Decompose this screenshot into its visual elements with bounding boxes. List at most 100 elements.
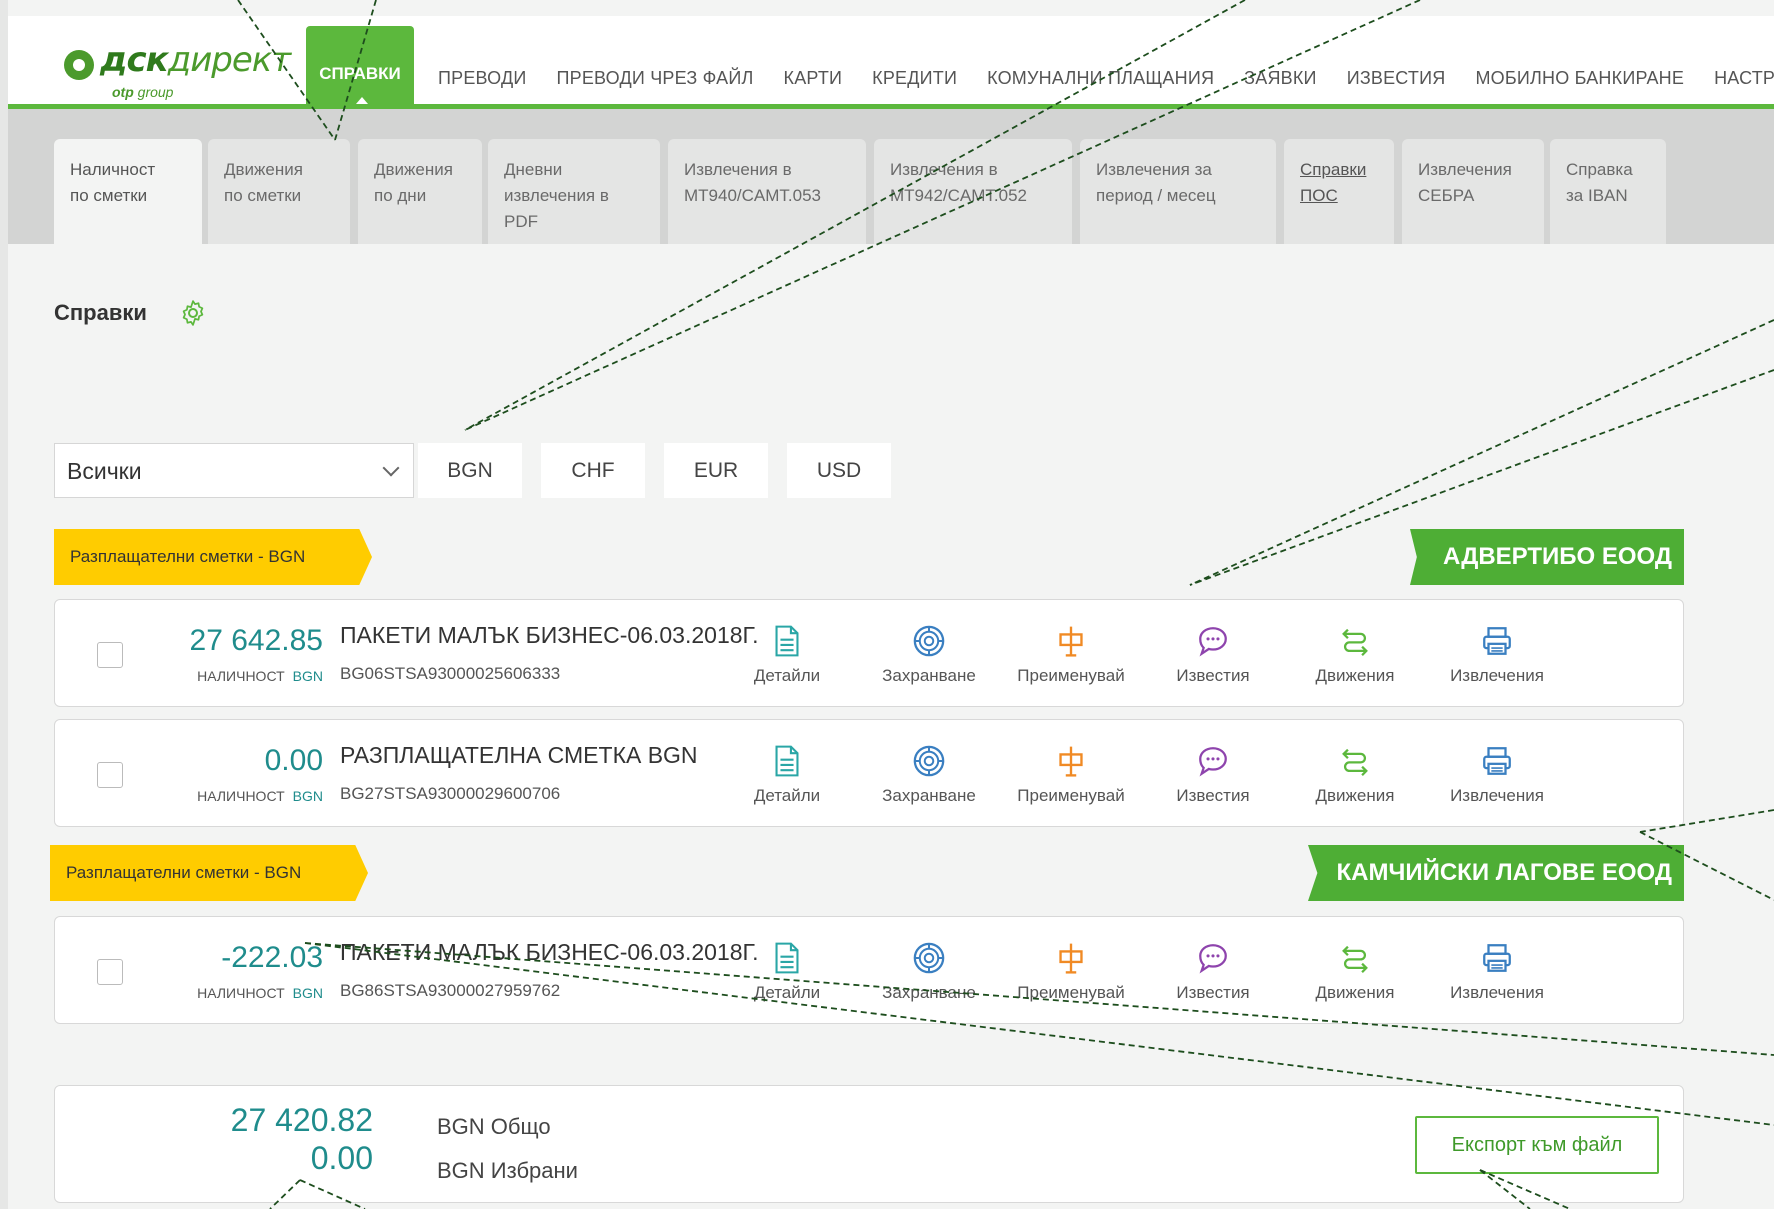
chat-bubble-icon: [1153, 624, 1273, 658]
coin-icon: [869, 941, 989, 975]
page: дскдирект otp group СПРАВКИ ПРЕВОДИ ПРЕВ…: [8, 0, 1774, 1209]
document-icon: [727, 624, 847, 658]
notifications-action-button[interactable]: Известия: [1153, 941, 1273, 1003]
movements-action-button[interactable]: Движения: [1295, 624, 1415, 686]
tab-sebra-statements[interactable]: Извлечения СЕБРА: [1402, 139, 1544, 244]
account-name: ПАКЕТИ МАЛЪК БИЗНЕС-06.03.2018Г.: [340, 939, 759, 965]
details-action-label: Детайли: [753, 983, 821, 1002]
rename-action-button[interactable]: Преименувай: [1011, 624, 1131, 686]
account-name: ПАКЕТИ МАЛЪК БИЗНЕС-06.03.2018Г.: [340, 622, 759, 648]
nav-item-settings[interactable]: НАСТРОЙКИ: [1714, 68, 1774, 89]
total-amount: 27 420.82: [230, 1102, 373, 1138]
top-up-action-button[interactable]: Захранване: [869, 624, 989, 686]
top-up-action-label: Захранване: [882, 786, 976, 805]
logo-mark-icon: [64, 50, 94, 80]
nav-item-cards[interactable]: КАРТИ: [784, 68, 843, 89]
movements-action-label: Движения: [1315, 983, 1395, 1002]
company-ribbon: КАМЧИЙСКИ ЛАГОВЕ ЕООД: [1308, 845, 1684, 901]
account-iban: BG06STSA93000025606333: [340, 664, 561, 683]
notifications-action-button[interactable]: Известия: [1153, 624, 1273, 686]
movements-action-button[interactable]: Движения: [1295, 941, 1415, 1003]
nav-item-mobile-banking[interactable]: МОБИЛНО БАНКИРАНЕ: [1475, 68, 1684, 89]
rename-action-button[interactable]: Преименувай: [1011, 941, 1131, 1003]
notifications-action-label: Известия: [1176, 786, 1250, 805]
top-nav-bar: дскдирект otp group СПРАВКИ ПРЕВОДИ ПРЕВ…: [8, 16, 1774, 116]
account-row: 27 642.85 НАЛИЧНОСТ BGN ПАКЕТИ МАЛЪК БИЗН…: [54, 599, 1684, 707]
nav-item-spravki[interactable]: СПРАВКИ: [306, 26, 414, 116]
logo-brand-bold: дск: [100, 40, 169, 80]
tab-statements-mt940[interactable]: Извлечения в MT940/CAMT.053: [668, 139, 866, 244]
account-checkbox[interactable]: [97, 642, 123, 668]
notifications-action-label: Известия: [1176, 983, 1250, 1002]
coin-icon: [869, 624, 989, 658]
statements-action-button[interactable]: Извлечения: [1437, 941, 1557, 1003]
statements-action-button[interactable]: Извлечения: [1437, 624, 1557, 686]
currency-filter-usd[interactable]: USD: [787, 443, 891, 498]
account-balance: 0.00: [264, 744, 323, 777]
currency-filter-chf[interactable]: CHF: [541, 443, 645, 498]
movements-action-button[interactable]: Движения: [1295, 744, 1415, 806]
tab-balance-by-accounts[interactable]: Наличност по сметки: [54, 139, 202, 244]
rename-action-button[interactable]: Преименувай: [1011, 744, 1131, 806]
movements-action-label: Движения: [1315, 786, 1395, 805]
nav-item-requests[interactable]: ЗАЯВКИ: [1244, 68, 1317, 89]
tab-iban-report[interactable]: Справка за IBAN: [1550, 139, 1666, 244]
account-iban: BG86STSA93000027959762: [340, 981, 561, 1000]
tab-daily-statements-pdf[interactable]: Дневни извлечения в PDF: [488, 139, 660, 244]
nav-item-notifications[interactable]: ИЗВЕСТИЯ: [1347, 68, 1446, 89]
account-filter-select[interactable]: Всички: [54, 443, 414, 498]
printer-icon: [1437, 624, 1557, 658]
printer-icon: [1437, 941, 1557, 975]
rename-action-label: Преименувай: [1017, 666, 1125, 685]
printer-icon: [1437, 744, 1557, 778]
gear-icon[interactable]: [178, 298, 208, 328]
statements-action-label: Извлечения: [1450, 786, 1544, 805]
main-nav: ПРЕВОДИ ПРЕВОДИ ЧРЕЗ ФАЙЛ КАРТИ КРЕДИТИ …: [438, 68, 1774, 89]
nav-item-transfers[interactable]: ПРЕВОДИ: [438, 68, 527, 89]
document-icon: [727, 941, 847, 975]
account-row: 0.00 НАЛИЧНОСТ BGN РАЗПЛАЩАТЕЛНА СМЕТКА B…: [54, 719, 1684, 827]
rename-icon: [1011, 941, 1131, 975]
tab-movements-by-days[interactable]: Движения по дни: [358, 139, 482, 244]
notifications-action-label: Известия: [1176, 666, 1250, 685]
movements-action-label: Движения: [1315, 666, 1395, 685]
top-up-action-button[interactable]: Захранване: [869, 941, 989, 1003]
rename-action-label: Преименувай: [1017, 786, 1125, 805]
tab-statements-mt942[interactable]: Извлечения в MT942/CAMT.052: [874, 139, 1072, 244]
selected-amount: 0.00: [310, 1140, 373, 1176]
nav-item-file-transfers[interactable]: ПРЕВОДИ ЧРЕЗ ФАЙЛ: [557, 68, 754, 89]
chat-bubble-icon: [1153, 744, 1273, 778]
details-action-button[interactable]: Детайли: [727, 941, 847, 1003]
selected-label: BGN Избрани: [437, 1158, 578, 1183]
details-action-button[interactable]: Детайли: [727, 624, 847, 686]
account-iban: BG27STSA93000029600706: [340, 784, 561, 803]
chat-bubble-icon: [1153, 941, 1273, 975]
account-checkbox[interactable]: [97, 959, 123, 985]
statements-action-label: Извлечения: [1450, 666, 1544, 685]
nav-item-loans[interactable]: КРЕДИТИ: [872, 68, 957, 89]
logo-brand-italic: директ: [167, 40, 291, 80]
export-to-file-button[interactable]: Експорт към файл: [1415, 1116, 1659, 1174]
top-up-action-button[interactable]: Захранване: [869, 744, 989, 806]
account-checkbox[interactable]: [97, 762, 123, 788]
notifications-action-button[interactable]: Известия: [1153, 744, 1273, 806]
currency-filter-eur[interactable]: EUR: [664, 443, 768, 498]
tab-statements-period[interactable]: Извлечения за период / месец: [1080, 139, 1276, 244]
balance-currency: BGN: [292, 668, 323, 684]
logo-sub-bold: otp: [112, 84, 134, 100]
statements-action-button[interactable]: Извлечения: [1437, 744, 1557, 806]
total-label: BGN Общо: [437, 1114, 551, 1139]
currency-filter-bgn[interactable]: BGN: [418, 443, 522, 498]
balance-currency: BGN: [292, 788, 323, 804]
details-action-button[interactable]: Детайли: [727, 744, 847, 806]
dsk-direkt-logo[interactable]: дскдирект otp group: [64, 40, 304, 100]
rename-icon: [1011, 744, 1131, 778]
transfer-arrows-icon: [1295, 941, 1415, 975]
report-tabs: Наличност по сметки Движения по сметки Дви…: [8, 109, 1774, 244]
nav-item-utility-payments[interactable]: КОМУНАЛНИ ПЛАЩАНИЯ: [987, 68, 1214, 89]
tab-pos-reports[interactable]: Справки ПОС: [1284, 139, 1394, 244]
company-ribbon: АДВЕРТИБО ЕООД: [1410, 529, 1684, 585]
balance-currency: BGN: [292, 985, 323, 1001]
tab-movements-by-accounts[interactable]: Движения по сметки: [208, 139, 350, 244]
rename-icon: [1011, 624, 1131, 658]
